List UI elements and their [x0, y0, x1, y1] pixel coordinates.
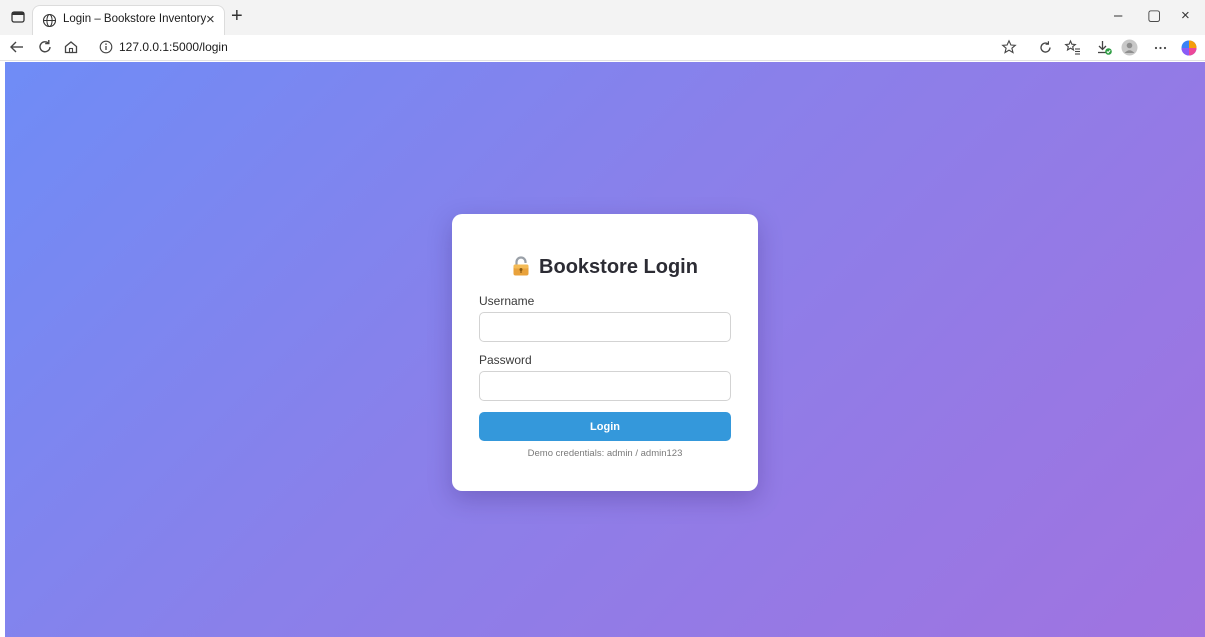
password-input[interactable] [479, 371, 731, 401]
login-heading-text: Bookstore Login [539, 256, 698, 278]
demo-credentials-note: Demo credentials: admin / admin123 [527, 448, 683, 459]
globe-icon [42, 13, 57, 28]
profile-icon[interactable] [1121, 39, 1138, 56]
sidebar-toggle-icon[interactable] [11, 10, 25, 24]
address-bar-row: 127.0.0.1:5000/login [0, 35, 1205, 61]
reload-icon[interactable] [36, 38, 54, 56]
lock-icon [512, 256, 530, 276]
username-input[interactable] [479, 312, 731, 342]
downloads-icon[interactable] [1096, 39, 1113, 56]
more-icon[interactable] [1152, 39, 1169, 56]
username-label: Username [479, 294, 535, 308]
back-icon[interactable] [8, 38, 26, 56]
info-icon[interactable] [99, 40, 113, 54]
browser-tab[interactable]: Login – Bookstore Inventory × [32, 5, 225, 35]
login-card: Bookstore Login Username Password Login … [452, 214, 758, 491]
url-bar[interactable]: 127.0.0.1:5000/login [92, 36, 1025, 59]
copilot-icon[interactable] [1180, 39, 1197, 56]
url-text[interactable]: 127.0.0.1:5000/login [119, 40, 228, 54]
new-tab-button[interactable]: + [231, 4, 243, 28]
favorites-icon[interactable] [1064, 39, 1081, 56]
login-heading: Bookstore Login [452, 256, 758, 279]
minimize-button[interactable]: – [1114, 6, 1122, 26]
close-window-button[interactable]: × [1181, 6, 1190, 26]
tab-close-button[interactable]: × [206, 11, 215, 28]
login-page-background: Bookstore Login Username Password Login … [5, 62, 1205, 637]
browser-tab-bar: Login – Bookstore Inventory × + – ▢ × [0, 0, 1205, 35]
refresh-icon[interactable] [1037, 39, 1054, 56]
login-button[interactable]: Login [479, 412, 731, 441]
star-icon[interactable] [1001, 39, 1017, 55]
tab-title: Login – Bookstore Inventory [63, 13, 207, 25]
password-label: Password [479, 353, 532, 367]
home-icon[interactable] [62, 38, 80, 56]
maximize-button[interactable]: ▢ [1147, 6, 1161, 26]
